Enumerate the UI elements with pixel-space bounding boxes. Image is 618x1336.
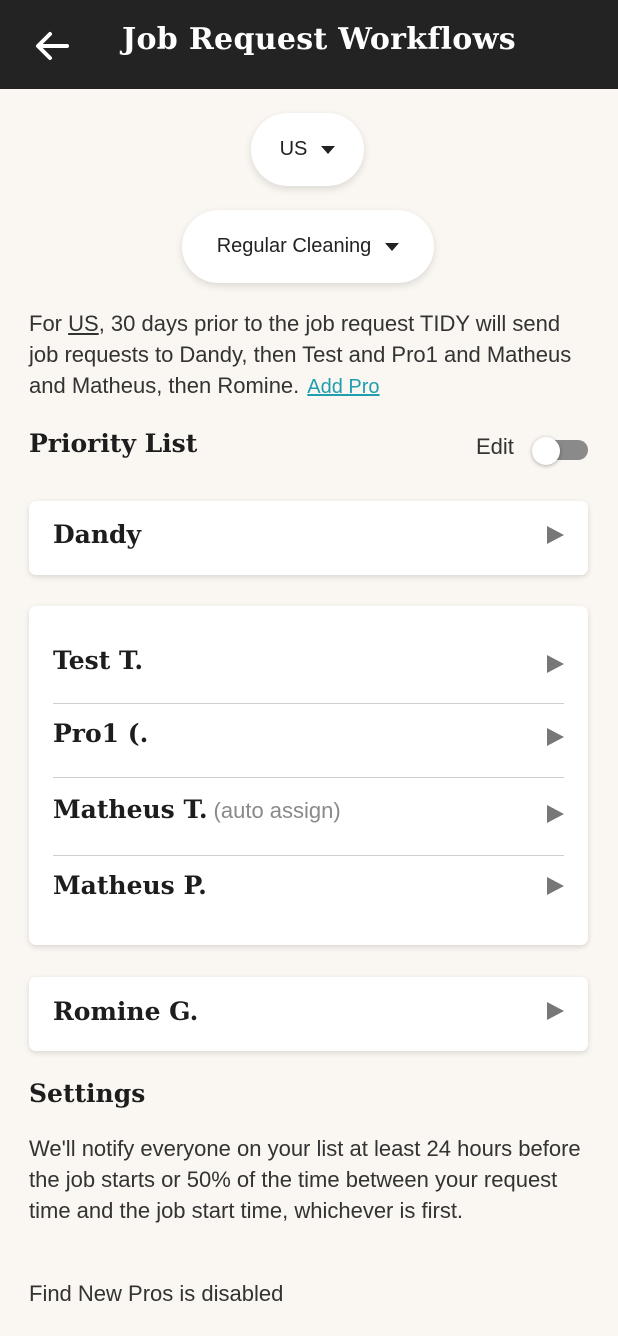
add-pro-link[interactable]: Add Pro (307, 376, 379, 398)
pro-row-matheus-p[interactable]: Matheus P. (53, 856, 564, 922)
workflow-description: For US, 30 days prior to the job request… (29, 308, 589, 403)
top-bar: Job Request Workflows (0, 0, 618, 89)
priority-group-2: Test T. Pro1 (. Matheus T. (auto assign) … (29, 606, 588, 945)
priority-list-title: Priority List (29, 429, 198, 458)
country-select[interactable]: US (251, 113, 364, 186)
country-select-value: US (279, 138, 308, 160)
play-arrow-icon (547, 1002, 564, 1020)
pro-row-matheus-t[interactable]: Matheus T. (auto assign) (53, 778, 564, 855)
notify-text: We'll notify everyone on your list at le… (29, 1136, 581, 1223)
play-arrow-icon (547, 805, 564, 823)
pro-row-test[interactable]: Test T. (53, 636, 564, 702)
pro-name: Dandy (53, 520, 142, 549)
play-arrow-icon (547, 526, 564, 544)
arrow-left-icon (36, 32, 69, 60)
edit-toggle[interactable] (532, 437, 588, 465)
find-new-pros-text: Find New Pros is disabled (29, 1281, 284, 1306)
description-country: US (68, 311, 99, 336)
priority-group-1: Dandy (29, 501, 588, 575)
caret-down-icon (385, 242, 400, 251)
pro-name: Matheus P. (53, 871, 207, 900)
pro-name: Matheus T. (auto assign) (53, 795, 341, 824)
toggle-knob (532, 437, 560, 465)
priority-group-3: Romine G. (29, 977, 588, 1051)
auto-assign-note: (auto assign) (213, 798, 341, 823)
pro-row-pro1[interactable]: Pro1 (. (53, 704, 564, 776)
play-arrow-icon (547, 655, 564, 673)
edit-label: Edit (476, 434, 514, 459)
play-arrow-icon (547, 877, 564, 895)
pro-name-text: Matheus T. (53, 795, 208, 824)
caret-down-icon (321, 145, 336, 154)
description-prefix: For (29, 311, 69, 336)
pro-row-romine[interactable]: Romine G. (53, 977, 564, 1051)
play-arrow-icon (547, 728, 564, 746)
settings-title: Settings (29, 1079, 146, 1108)
description-text: , 30 days prior to the job request TIDY … (29, 311, 572, 398)
pro-name: Test T. (53, 646, 144, 675)
service-select-value: Regular Cleaning (216, 235, 372, 257)
pro-name: Pro1 (. (53, 719, 149, 748)
page-title: Job Request Workflows (122, 22, 516, 57)
pro-row-dandy[interactable]: Dandy (53, 501, 564, 575)
pro-name: Romine G. (53, 997, 199, 1026)
back-button[interactable] (32, 26, 72, 66)
service-select[interactable]: Regular Cleaning (182, 210, 434, 283)
